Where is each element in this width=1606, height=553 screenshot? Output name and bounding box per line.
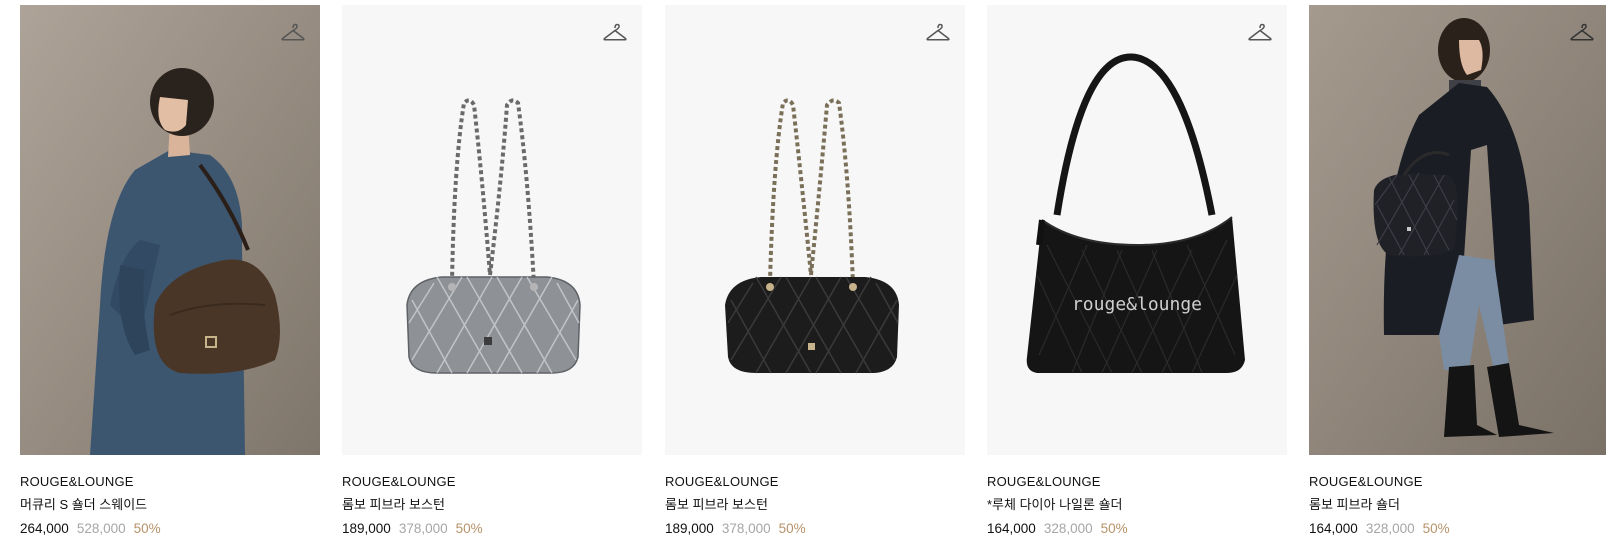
sale-price: 189,000 [342,521,391,536]
product-image[interactable] [665,5,965,455]
product-grid: ROUGE&LOUNGE 머큐리 S 숄더 스웨이드 264,000 528,00… [0,0,1606,553]
original-price: 378,000 [398,521,448,536]
discount-rate: 50% [1422,521,1450,536]
product-photo [406,98,581,374]
discount-rate: 50% [778,521,806,536]
product-photo [725,98,899,374]
price-row: 164,000 328,000 50% [1309,521,1606,537]
product-brand[interactable]: ROUGE&LOUNGE [1309,474,1606,490]
hanger-icon[interactable] [1569,21,1595,45]
hanger-icon[interactable] [280,21,306,45]
product-image[interactable] [1309,5,1606,455]
product-card[interactable]: ROUGE&LOUNGE 롬보 피브라 숄더 164,000 328,000 50% [1309,5,1606,537]
sale-price: 164,000 [987,521,1036,536]
product-image[interactable] [20,5,320,455]
discount-rate: 50% [1100,521,1128,536]
product-name[interactable]: 롬보 피브라 보스턴 [342,497,642,513]
product-brand[interactable]: ROUGE&LOUNGE [665,474,965,490]
sale-price: 264,000 [20,521,69,536]
product-photo [20,5,320,455]
product-brand[interactable]: ROUGE&LOUNGE [987,474,1287,490]
hanger-icon[interactable] [925,21,951,45]
product-card[interactable]: ROUGE&LOUNGE 머큐리 S 숄더 스웨이드 264,000 528,00… [20,5,320,537]
product-card[interactable]: ROUGE&LOUNGE 롬보 피브라 보스턴 189,000 378,000 50… [665,5,965,537]
product-photo: rouge&lounge [1026,53,1245,374]
product-brand[interactable]: ROUGE&LOUNGE [20,474,320,490]
price-row: 189,000 378,000 50% [342,521,642,537]
original-price: 328,000 [1365,521,1415,536]
product-name[interactable]: 롬보 피브라 숄더 [1309,497,1606,513]
product-photo [1309,5,1606,455]
product-card[interactable]: ROUGE&LOUNGE 롬보 피브라 보스턴 189,000 378,000 50… [342,5,642,537]
discount-rate: 50% [455,521,483,536]
product-name[interactable]: 롬보 피브라 보스턴 [665,497,965,513]
hanger-icon[interactable] [602,21,628,45]
product-name[interactable]: *루체 다이아 나일론 숄더 [987,497,1287,513]
discount-rate: 50% [133,521,161,536]
price-row: 264,000 528,000 50% [20,521,320,537]
hanger-icon[interactable] [1247,21,1273,45]
sale-price: 164,000 [1309,521,1358,536]
sale-price: 189,000 [665,521,714,536]
price-row: 189,000 378,000 50% [665,521,965,537]
product-brand[interactable]: ROUGE&LOUNGE [342,474,642,490]
price-row: 164,000 328,000 50% [987,521,1287,537]
product-name[interactable]: 머큐리 S 숄더 스웨이드 [20,497,320,513]
product-card[interactable]: rouge&lounge ROUGE&LOUNGE *루체 다이아 나일론 숄더… [987,5,1287,537]
original-price: 328,000 [1043,521,1093,536]
original-price: 378,000 [721,521,771,536]
original-price: 528,000 [76,521,126,536]
product-image[interactable] [342,5,642,455]
bag-print-text: rouge&lounge [1072,294,1202,315]
product-image[interactable]: rouge&lounge [987,5,1287,455]
